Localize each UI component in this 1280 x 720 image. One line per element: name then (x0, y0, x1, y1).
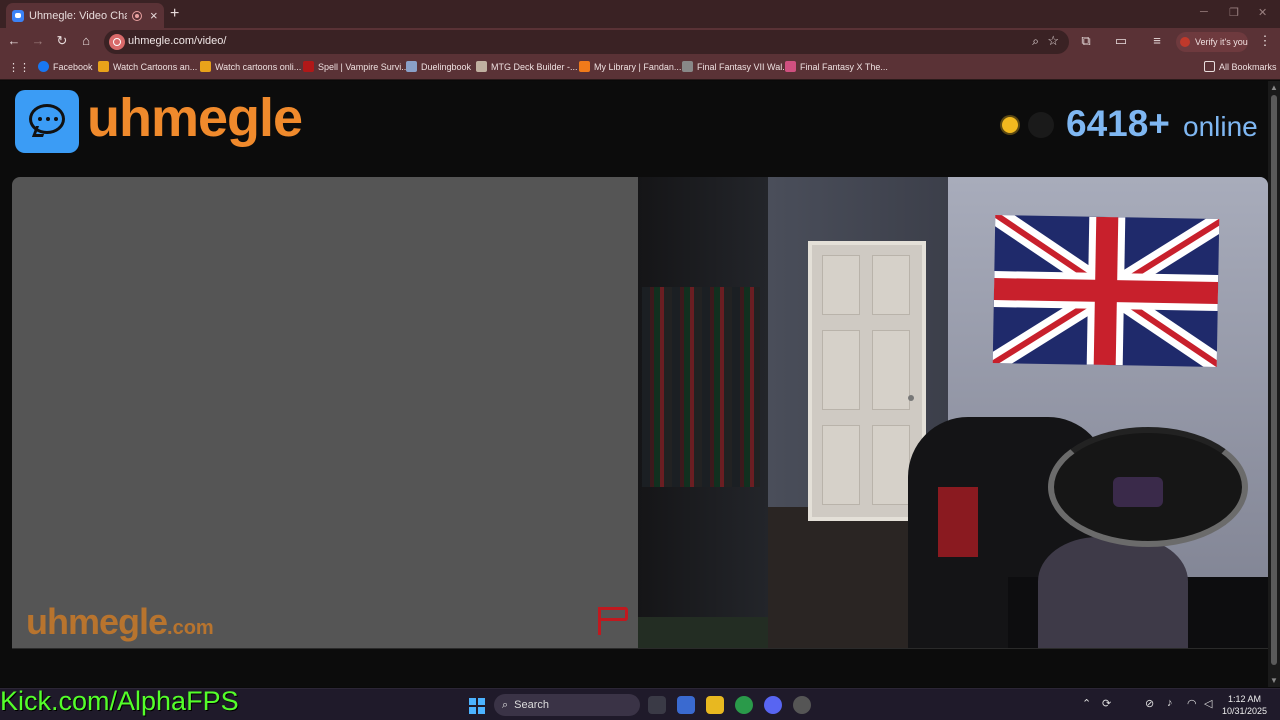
file-explorer-icon[interactable] (706, 696, 724, 714)
volume-icon[interactable]: ◁ (1204, 697, 1212, 710)
media-controls-icon[interactable]: ≡ (1148, 33, 1166, 48)
back-button[interactable]: ← (5, 33, 23, 48)
microphone-icon[interactable]: ♪ (1167, 697, 1173, 709)
page-content: uhmegle 6418+ online uhmegle.com (0, 81, 1268, 687)
sync-icon[interactable]: ⟳ (1102, 697, 1111, 710)
clock-date: 10/31/2025 (1222, 706, 1268, 716)
watermark: uhmegle.com (26, 601, 214, 642)
zoom-icon[interactable]: ⌕ (1032, 34, 1039, 49)
bookmark-item[interactable]: Facebook (38, 61, 93, 72)
close-tab-icon[interactable]: × (150, 8, 158, 23)
bookmark-item[interactable]: Duelingbook (406, 61, 471, 72)
local-video-panel: uhmegle.com (12, 177, 638, 648)
tab-strip: Uhmegle: Video Chat | Rand × + ─ ❐ ✕ (0, 0, 1280, 28)
task-view-icon[interactable] (648, 696, 666, 714)
bookmark-favicon-icon (98, 61, 109, 72)
verify-profile-button[interactable]: Verify it's you (1176, 32, 1248, 52)
tab-title: Uhmegle: Video Chat | Rand (29, 9, 127, 22)
bookmark-item[interactable]: MTG Deck Builder -... (476, 61, 578, 72)
facebook-icon (38, 61, 49, 72)
apps-grid-icon[interactable]: ⋮⋮ (8, 61, 30, 74)
restore-button[interactable]: ❐ (1229, 6, 1239, 19)
browser-toolbar: ← → ↻ ⌂ uhmegle.com/video/ ⌕ ☆ ⧉ ▭ ≡ Ver… (0, 28, 1280, 56)
cast-icon[interactable]: ▭ (1112, 33, 1130, 49)
taskbar-search[interactable]: ⌕ Search (494, 694, 640, 716)
windows-start-icon[interactable] (469, 698, 485, 714)
recording-indicator-icon (132, 10, 142, 21)
forward-button[interactable]: → (29, 33, 47, 48)
online-label: online (1183, 111, 1258, 142)
stream-overlay-text: Kick.com/AlphaFPS (0, 686, 239, 716)
wifi-icon[interactable]: ◠ (1187, 697, 1197, 710)
close-window-button[interactable]: ✕ (1258, 6, 1267, 19)
url-text[interactable]: uhmegle.com/video/ (128, 35, 226, 47)
all-bookmarks-button[interactable]: All Bookmarks (1204, 61, 1277, 72)
extensions-icon[interactable]: ⧉ (1077, 33, 1095, 49)
profile-avatar-icon (1180, 37, 1190, 47)
address-bar[interactable]: uhmegle.com/video/ ⌕ ☆ (104, 30, 1069, 54)
bookmark-favicon-icon (579, 61, 590, 72)
bookmark-favicon-icon (406, 61, 417, 72)
chrome-icon[interactable] (735, 696, 753, 714)
video-scene-closet (638, 177, 768, 648)
bookmark-favicon-icon (200, 61, 211, 72)
bookmark-favicon-icon (476, 61, 487, 72)
stranger-video-panel (638, 177, 1268, 648)
notifications-off-icon[interactable]: ⊘ (1145, 697, 1154, 710)
bookmark-favicon-icon (682, 61, 693, 72)
search-icon: ⌕ (502, 698, 509, 711)
video-scene-person (1008, 427, 1268, 648)
bookmark-favicon-icon (785, 61, 796, 72)
uhmegle-favicon-icon (12, 9, 24, 22)
bookmark-favicon-icon (303, 61, 314, 72)
browser-tab[interactable]: Uhmegle: Video Chat | Rand × (6, 3, 164, 28)
bookmark-item[interactable]: Final Fantasy VII Wal... (682, 61, 790, 72)
toggle-knob (1028, 112, 1054, 138)
folder-icon (1204, 61, 1215, 72)
bookmark-item[interactable]: Spell | Vampire Survi... (303, 61, 409, 72)
new-tab-button[interactable]: + (170, 5, 179, 23)
chat-bubble-logo-icon[interactable] (15, 90, 79, 153)
chat-area (12, 648, 1268, 687)
bookmark-star-icon[interactable]: ☆ (1047, 33, 1059, 49)
page-scrollbar[interactable]: ▲ ▼ (1268, 81, 1280, 687)
online-count: 6418+ (1066, 103, 1170, 144)
discord-icon[interactable] (764, 696, 782, 714)
store-icon[interactable] (677, 696, 695, 714)
report-flag-icon[interactable] (598, 607, 628, 635)
reload-button[interactable]: ↻ (53, 33, 71, 49)
home-button[interactable]: ⌂ (77, 33, 95, 48)
minimize-button[interactable]: ─ (1200, 6, 1208, 18)
bookmark-item[interactable]: Final Fantasy X The... (785, 61, 888, 72)
theme-toggle[interactable] (1000, 111, 1056, 139)
taskbar-clock[interactable]: 1:12 AM 10/31/2025 (1222, 693, 1267, 717)
verify-label: Verify it's you (1195, 37, 1248, 47)
scrollbar-thumb[interactable] (1271, 95, 1277, 665)
union-jack-flag-image (992, 215, 1220, 367)
clock-time: 1:12 AM (1228, 694, 1262, 704)
bookmark-item[interactable]: My Library | Fandan... (579, 61, 681, 72)
sun-icon (1002, 117, 1018, 133)
bookmark-item[interactable]: Watch Cartoons an... (98, 61, 197, 72)
tray-overflow-icon[interactable]: ⌃ (1082, 697, 1091, 710)
browser-menu-icon[interactable]: ⋮ (1256, 33, 1274, 49)
bookmark-item[interactable]: Watch cartoons onli... (200, 61, 301, 72)
site-logo-text[interactable]: uhmegle (87, 87, 303, 149)
taskbar-search-label: Search (514, 699, 550, 711)
scroll-up-icon[interactable]: ▲ (1270, 83, 1278, 92)
site-info-icon[interactable] (109, 34, 125, 50)
scroll-down-icon[interactable]: ▼ (1270, 676, 1278, 685)
bookmarks-bar: ⋮⋮ Facebook Watch Cartoons an... Watch c… (0, 56, 1280, 80)
obs-icon[interactable] (793, 696, 811, 714)
